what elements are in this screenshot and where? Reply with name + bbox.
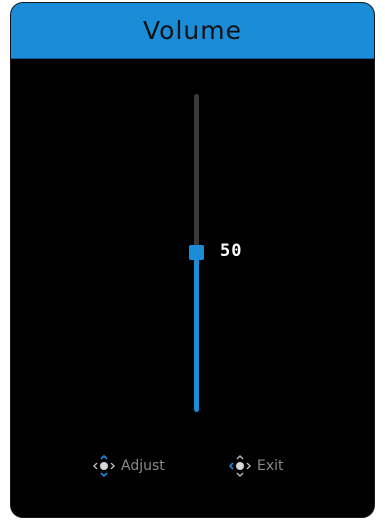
hint-exit-label: Exit xyxy=(257,458,284,474)
joystick-up-down-icon xyxy=(91,451,117,481)
slider-thumb[interactable] xyxy=(189,244,204,260)
slider-track-filled xyxy=(194,253,199,412)
joystick-left-icon xyxy=(227,451,253,481)
hint-exit: Exit xyxy=(227,451,284,481)
slider-track-remaining xyxy=(194,94,199,253)
hint-adjust: Adjust xyxy=(91,451,165,481)
hint-adjust-label: Adjust xyxy=(121,458,165,474)
volume-osd-panel: Volume 50 Adjust Exit xyxy=(10,2,375,518)
slider-value: 50 xyxy=(220,241,243,261)
osd-title: Volume xyxy=(143,16,242,45)
osd-header: Volume xyxy=(11,3,374,59)
